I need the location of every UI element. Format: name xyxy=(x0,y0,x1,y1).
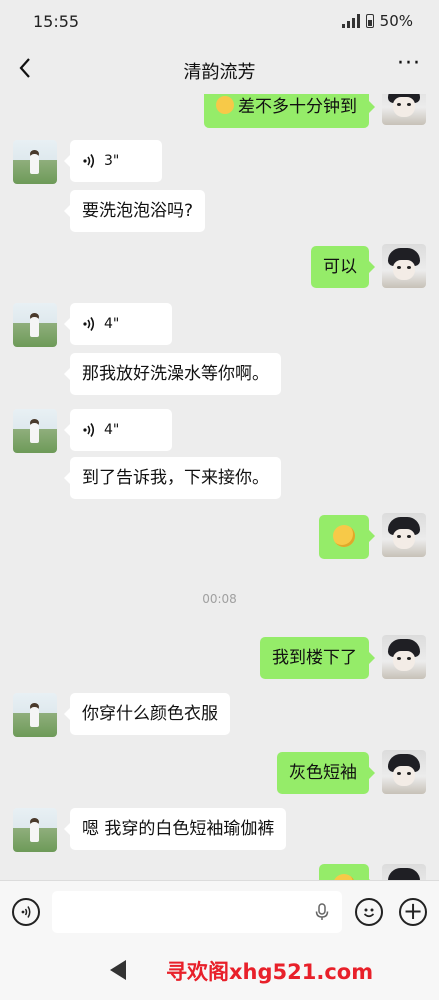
voice-wave-icon xyxy=(21,906,31,918)
contact-avatar[interactable] xyxy=(13,303,57,347)
signal-icon xyxy=(341,14,360,28)
message-bubble[interactable]: 我到楼下了 xyxy=(260,637,375,679)
voice-message[interactable]: 4" xyxy=(64,409,172,451)
system-back-icon[interactable] xyxy=(110,960,126,980)
message-bubble[interactable]: 灰色短袖 xyxy=(277,752,375,794)
voice-duration: 4" xyxy=(104,316,120,332)
message-bubble[interactable]: 你穿什么颜色衣服 xyxy=(64,693,230,735)
system-navigation-bar: 寻欢阁xhg521.com xyxy=(0,942,439,1000)
voice-wave-icon xyxy=(83,154,95,168)
message-timestamp: 00:08 xyxy=(202,592,237,606)
voice-duration: 4" xyxy=(104,422,120,438)
microphone-icon[interactable] xyxy=(312,902,332,922)
my-avatar[interactable] xyxy=(382,94,426,125)
status-icons: 50% xyxy=(341,12,413,30)
my-avatar[interactable] xyxy=(382,513,426,557)
smiley-icon xyxy=(363,908,375,918)
emoji-message[interactable] xyxy=(319,864,375,880)
voice-duration: 3" xyxy=(104,153,120,169)
my-avatar[interactable] xyxy=(382,635,426,679)
watermark: 寻欢阁xhg521.com xyxy=(166,960,374,984)
voice-message[interactable]: 4" xyxy=(64,303,172,345)
message-list[interactable]: 差不多十分钟到 3" 要洗泡泡浴吗? 可以 4" 那我放好洗澡水等你啊。 4" … xyxy=(0,94,439,880)
my-avatar[interactable] xyxy=(382,864,426,880)
emoji-button[interactable] xyxy=(355,898,383,926)
plus-icon: + xyxy=(402,897,424,925)
ok-hand-emoji-icon xyxy=(333,525,355,547)
contact-avatar[interactable] xyxy=(13,409,57,453)
chat-title: 清韵流芳 xyxy=(183,62,256,83)
input-bar: + xyxy=(0,880,439,943)
battery-icon xyxy=(365,14,374,28)
message-bubble[interactable]: 到了告诉我，下来接你。 xyxy=(64,457,281,499)
message-bubble[interactable]: 可以 xyxy=(311,246,375,288)
status-bar: 15:55 50% xyxy=(0,0,439,44)
message-bubble[interactable]: 嗯 我穿的白色短袖瑜伽裤 xyxy=(63,808,287,850)
status-time: 15:55 xyxy=(33,12,80,31)
battery-percent: 50% xyxy=(379,12,413,30)
voice-wave-icon xyxy=(83,423,95,437)
my-avatar[interactable] xyxy=(382,750,426,794)
message-input[interactable] xyxy=(52,891,342,933)
emoji-message[interactable] xyxy=(319,515,375,559)
more-icon: ··· xyxy=(397,51,421,76)
my-avatar[interactable] xyxy=(382,244,426,288)
contact-avatar[interactable] xyxy=(13,140,57,184)
voice-wave-icon xyxy=(83,317,95,331)
contact-avatar[interactable] xyxy=(13,693,57,737)
message-bubble[interactable]: 要洗泡泡浴吗? xyxy=(63,190,206,232)
message-bubble[interactable]: 那我放好洗澡水等你啊。 xyxy=(64,353,281,395)
voice-input-toggle-button[interactable] xyxy=(12,898,40,926)
voice-message[interactable]: 3" xyxy=(64,140,162,182)
message-bubble[interactable]: 差不多十分钟到 xyxy=(204,94,375,128)
chat-header: 清韵流芳 ··· xyxy=(0,44,439,94)
contact-avatar[interactable] xyxy=(13,808,57,852)
more-button[interactable]: ··· xyxy=(397,51,421,82)
more-functions-button[interactable]: + xyxy=(399,898,427,926)
ok-hand-emoji-icon xyxy=(216,96,234,114)
